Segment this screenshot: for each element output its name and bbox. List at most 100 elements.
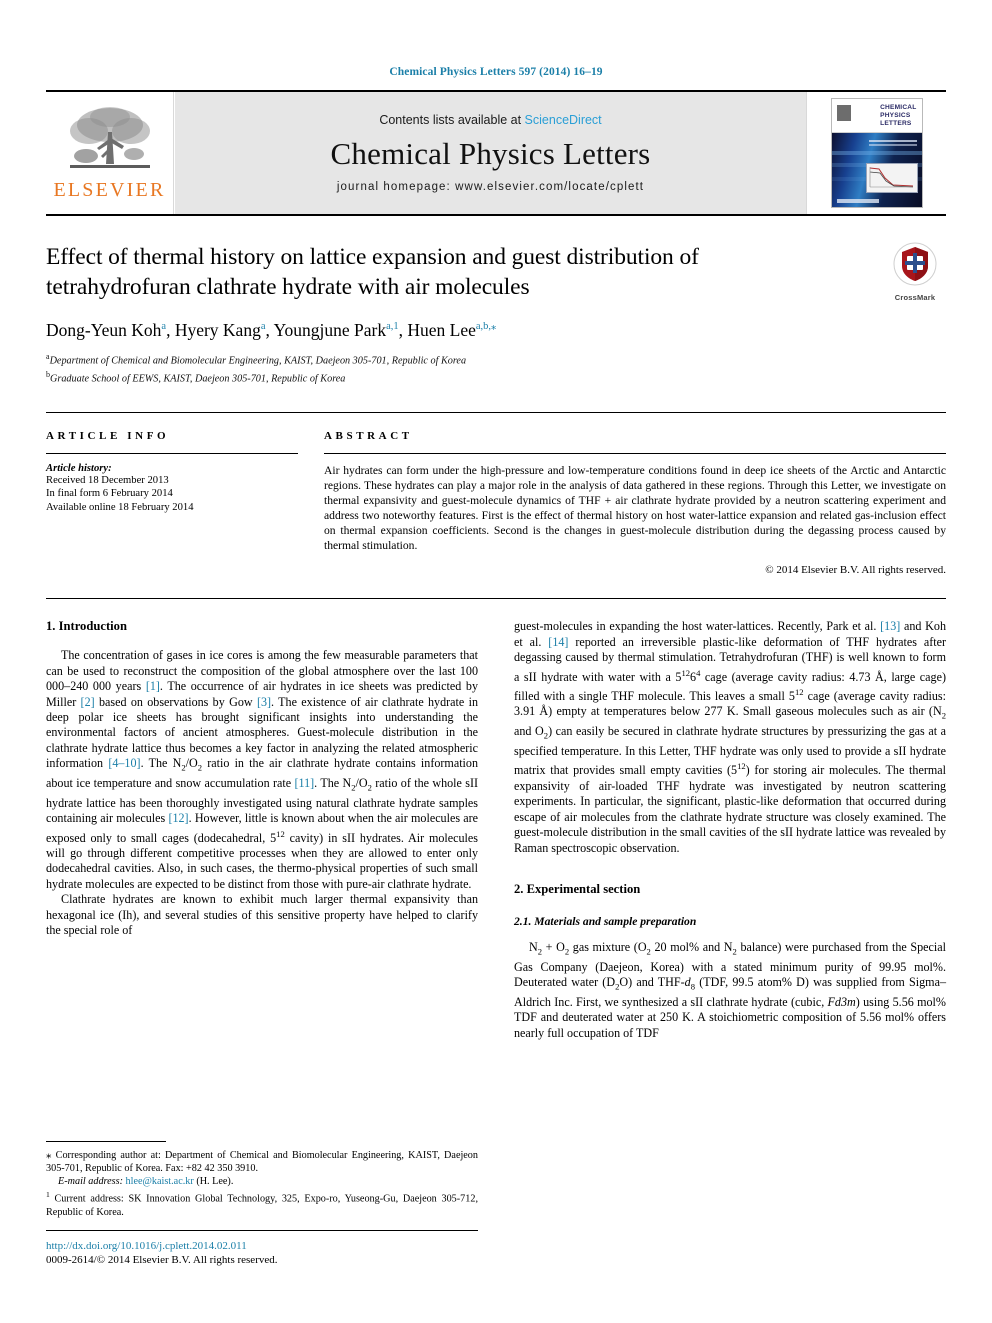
paragraph-intro-2: Clathrate hydrates are known to exhibit …	[46, 892, 478, 938]
citation-ref[interactable]: [2]	[81, 695, 95, 709]
citation-ref[interactable]: [13]	[880, 619, 900, 633]
affiliation-text: Graduate School of EEWS, KAIST, Daejeon …	[50, 373, 346, 385]
crossmark-icon	[893, 242, 937, 286]
author-name: Huen Lee	[407, 320, 476, 340]
crossmark-badge-wrapper[interactable]: CrossMark	[884, 242, 946, 302]
divider	[324, 452, 946, 454]
text-run: O) and THF-	[619, 975, 685, 990]
citation-ref[interactable]: [3]	[257, 695, 271, 709]
author-separator: ,	[166, 320, 175, 340]
author-separator: ,	[265, 320, 274, 340]
contents-prefix: Contents lists available at	[379, 113, 525, 127]
text-run: . The N	[140, 756, 182, 771]
paragraph-materials-1: N2 + O2 gas mixture (O2 20 mol% and N2 b…	[514, 940, 946, 1041]
cover-author-lines	[868, 140, 917, 142]
cover-inset-plot	[865, 163, 918, 193]
article-page: Chemical Physics Letters 597 (2014) 16–1…	[0, 0, 992, 1323]
info-abstract-region: ARTICLE INFO Article history: Received 1…	[46, 411, 946, 577]
author-name: Hyery Kang	[174, 320, 261, 340]
citation-ref[interactable]: [12]	[168, 811, 188, 825]
superscript: 12	[276, 828, 285, 839]
cover-journal-title: CHEMICAL PHYSICS LETTERS	[880, 104, 916, 128]
cover-footer-bar	[836, 199, 879, 203]
footnote-corresponding-author: ⁎ Corresponding author at: Department of…	[46, 1149, 478, 1175]
subscript: 2	[351, 782, 356, 793]
right-column: guest-molecules in expanding the host wa…	[514, 619, 946, 1041]
body-divider	[46, 598, 946, 600]
email-label: E-mail address:	[58, 1176, 123, 1187]
subscript: 2	[941, 710, 946, 721]
left-column: 1. Introduction The concentration of gas…	[46, 619, 478, 1041]
footnotes-block: ⁎ Corresponding author at: Department of…	[46, 1140, 478, 1219]
sciencedirect-link[interactable]: ScienceDirect	[525, 113, 602, 127]
text-run: . The N	[314, 776, 352, 790]
cover-title-line-2: PHYSICS	[880, 111, 911, 119]
journal-masthead: ELSEVIER Contents lists available at Sci…	[46, 90, 946, 216]
affiliation-item: aDepartment of Chemical and Biomolecular…	[46, 350, 834, 368]
paragraph-intro-1: The concentration of gases in ice cores …	[46, 648, 479, 891]
section-heading-experimental: 2. Experimental section	[514, 881, 641, 896]
text-run: + O	[542, 939, 565, 954]
doi-link[interactable]: http://dx.doi.org/10.1016/j.cplett.2014.…	[46, 1239, 546, 1253]
article-footer: http://dx.doi.org/10.1016/j.cplett.2014.…	[46, 1230, 546, 1267]
journal-cover-thumbnail: CHEMICAL PHYSICS LETTERS	[806, 92, 946, 214]
contents-available-line: Contents lists available at ScienceDirec…	[379, 113, 601, 127]
citation-ref[interactable]: [4–10]	[108, 756, 140, 770]
elsevier-tree-icon	[69, 107, 150, 168]
footer-divider	[46, 1230, 478, 1231]
crossmark-label: CrossMark	[894, 293, 936, 302]
author-item: Youngjune Parka,1	[274, 320, 399, 340]
abstract-heading: ABSTRACT	[324, 429, 413, 442]
footnote-text: Corresponding author at: Department of C…	[46, 1149, 478, 1174]
email-owner: (H. Lee).	[193, 1176, 234, 1187]
subsection-heading-materials: 2.1. Materials and sample preparation	[514, 914, 697, 928]
cover-title-line-1: CHEMICAL	[880, 103, 917, 111]
citation-ref[interactable]: [1]	[146, 679, 160, 693]
issn-copyright: 0009-2614/© 2014 Elsevier B.V. All right…	[46, 1254, 278, 1266]
paragraph-intro-3: guest-molecules in expanding the host wa…	[514, 619, 947, 855]
author-name: Dong-Yeun Koh	[46, 320, 162, 340]
footnote-divider	[46, 1140, 166, 1142]
text-run: 20 mol% and N	[650, 939, 733, 954]
page-title: Effect of thermal history on lattice exp…	[46, 244, 699, 300]
elsevier-logo: ELSEVIER	[46, 92, 174, 214]
journal-title: Chemical Physics Letters	[330, 136, 651, 171]
abstract-column: ABSTRACT Air hydrates can form under the…	[324, 429, 946, 577]
subscript: 2	[181, 762, 186, 773]
superscript: 12	[794, 687, 804, 697]
author-item: Huen Leea,b,⁎	[407, 320, 496, 340]
text-run: based on observations by Gow	[94, 694, 257, 709]
superscript: 12	[737, 761, 746, 772]
author-name: Youngjune Park	[273, 320, 387, 340]
affiliation-item: bGraduate School of EEWS, KAIST, Daejeon…	[46, 368, 834, 386]
history-received: Received 18 December 2013	[46, 474, 169, 486]
author-item: Dong-Yeun Koha	[46, 320, 166, 340]
text-run: gas mixture (O	[569, 939, 647, 954]
affiliation-list: aDepartment of Chemical and Biomolecular…	[46, 350, 834, 386]
author-list: Dong-Yeun Koha, Hyery Kanga, Youngjune P…	[46, 320, 834, 341]
author-item: Hyery Kanga	[175, 320, 266, 340]
cover-image: CHEMICAL PHYSICS LETTERS	[830, 98, 923, 208]
article-info-heading: ARTICLE INFO	[46, 429, 170, 442]
abstract-copyright: © 2014 Elsevier B.V. All rights reserved…	[765, 564, 946, 577]
title-block: Effect of thermal history on lattice exp…	[46, 242, 946, 386]
email-link[interactable]: hlee@kaist.ac.kr	[126, 1176, 194, 1187]
author-marks: a,b,⁎	[475, 321, 497, 333]
text-run: guest-molecules in expanding the host wa…	[514, 619, 881, 634]
citation-ref[interactable]: [11]	[294, 776, 314, 790]
text-run: and O	[514, 724, 544, 739]
footnote-text: Current address: SK Innovation Global Te…	[46, 1193, 478, 1218]
journal-homepage-link[interactable]: journal homepage: www.elsevier.com/locat…	[337, 181, 644, 193]
cover-title-line-3: LETTERS	[880, 119, 912, 127]
cover-elsevier-icon	[836, 105, 851, 121]
author-marks: a,1	[386, 321, 399, 333]
cover-header: CHEMICAL PHYSICS LETTERS	[831, 99, 922, 133]
history-final-form: In final form 6 February 2014	[46, 488, 173, 500]
footnote-current-address: 1 Current address: SK Innovation Global …	[46, 1188, 478, 1219]
running-head: Chemical Physics Letters 597 (2014) 16–1…	[389, 66, 603, 78]
affiliation-text: Department of Chemical and Biomolecular …	[49, 355, 467, 367]
citation-ref[interactable]: [14]	[548, 635, 568, 649]
article-history-label: Article history:	[46, 462, 112, 474]
abstract-text: Air hydrates can form under the high-pre…	[324, 463, 946, 553]
cover-artwork	[831, 133, 922, 207]
